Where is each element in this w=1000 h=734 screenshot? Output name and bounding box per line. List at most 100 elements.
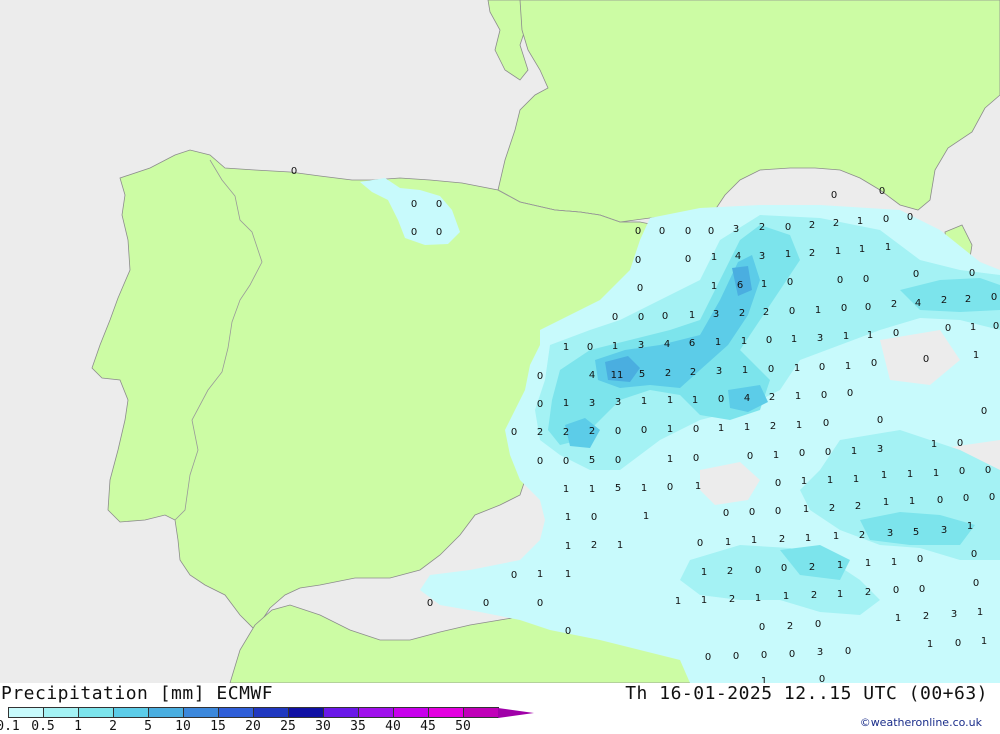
precip-value: 0 [789,649,795,660]
legend-ticks: 0.1 0.5 1 2 5 10 15 20 25 30 35 40 45 50 [0,719,540,734]
precip-value: 1 [796,420,802,431]
precip-value: 2 [665,368,671,379]
legend-swatch [358,707,394,718]
precip-value: 0 [823,418,829,429]
precip-value: 1 [565,541,571,552]
precip-value: 1 [563,398,569,409]
precip-value: 1 [795,391,801,402]
precip-value: 0 [775,478,781,489]
precip-value: 1 [865,558,871,569]
precip-value: 1 [695,481,701,492]
precip-value: 0 [863,274,869,285]
precipitation-map: 00 00 00 00 0 0 0 3 2 0 2 2 1 0 00 0 1 4 3 1 2 1 1 10 00 1 6 1 0 0 00 0… [0,0,1000,683]
precip-value: 0 [819,674,825,683]
precip-value: 2 [923,611,929,622]
precip-value: 1 [843,331,849,342]
precip-value: 2 [763,307,769,318]
precip-value: 2 [727,566,733,577]
precip-value: 0 [985,465,991,476]
legend-swatch [183,707,219,718]
precip-value: 2 [941,295,947,306]
precip-value: 0 [789,306,795,317]
precip-value: 6 [737,280,743,291]
precip-value: 2 [729,594,735,605]
precip-value: 1 [741,336,747,347]
precip-value: 1 [791,334,797,345]
valid-time: Th 16-01-2025 12..15 UTC (00+63) [625,683,988,704]
credit-link[interactable]: ©weatheronline.co.uk [860,716,982,729]
precip-value: 0 [685,254,691,265]
legend-arrow [498,708,534,718]
precip-value: 0 [819,362,825,373]
precip-value: 1 [927,639,933,650]
legend-swatch [113,707,149,718]
precip-value: 0 [759,622,765,633]
map-title: Precipitation [mm] ECMWF [1,683,274,704]
precip-value: 0 [989,492,995,503]
precip-value: 0 [865,302,871,313]
precip-value: 1 [773,450,779,461]
precip-value: 1 [711,281,717,292]
precip-value: 3 [951,609,957,620]
precip-value: 0 [755,565,761,576]
precip-value: 1 [563,342,569,353]
precip-value: 1 [667,454,673,465]
legend-tick-label: 20 [245,719,261,734]
precip-value: 0 [787,277,793,288]
precip-value: 2 [759,222,765,233]
precip-value: 0 [879,186,885,197]
precip-value: 0 [436,199,442,210]
precip-value: 1 [718,423,724,434]
precip-value: 0 [697,538,703,549]
precip-value: 1 [857,216,863,227]
precip-value: 2 [865,587,871,598]
precip-value: 1 [667,395,673,406]
precip-value: 0 [685,226,691,237]
precip-value: 0 [831,190,837,201]
precip-value: 3 [716,366,722,377]
precip-value: 0 [718,394,724,405]
precip-value: 1 [973,350,979,361]
precip-value: 1 [977,607,983,618]
precip-value: 1 [881,470,887,481]
precip-value: 0 [913,269,919,280]
precip-value: 1 [701,595,707,606]
precip-value: 0 [815,619,821,630]
legend-tick-label: 0.1 [0,719,20,734]
precip-value: 0 [963,493,969,504]
precip-value: 1 [701,567,707,578]
precip-value: 0 [483,598,489,609]
color-legend [8,707,534,718]
precip-value: 1 [815,305,821,316]
precip-value: 1 [783,591,789,602]
precip-value: 2 [833,218,839,229]
precip-value: 0 [923,354,929,365]
precip-value: 0 [591,512,597,523]
precip-value: 0 [667,482,673,493]
precip-value: 1 [805,533,811,544]
precip-value: 0 [749,507,755,518]
precip-value: 1 [885,242,891,253]
precip-value: 0 [637,283,643,294]
precip-value: 2 [809,562,815,573]
precip-value: 5 [615,483,621,494]
precip-value: 0 [775,506,781,517]
precip-value: 2 [859,530,865,541]
precip-value: 0 [959,466,965,477]
precip-value: 2 [829,503,835,514]
precip-value: 0 [907,212,913,223]
precip-value: 2 [770,421,776,432]
precip-value: 0 [641,425,647,436]
precip-value: 0 [635,226,641,237]
precip-value: 2 [855,501,861,512]
precip-value: 1 [981,636,987,647]
precip-value: 1 [851,446,857,457]
precip-value: 0 [761,650,767,661]
precip-value: 1 [667,424,673,435]
legend-swatch [288,707,324,718]
legend-tick-label: 35 [350,719,366,734]
precip-value: 1 [835,246,841,257]
legend-swatch [8,707,44,718]
precip-value: 2 [809,220,815,231]
precip-value: 0 [411,199,417,210]
